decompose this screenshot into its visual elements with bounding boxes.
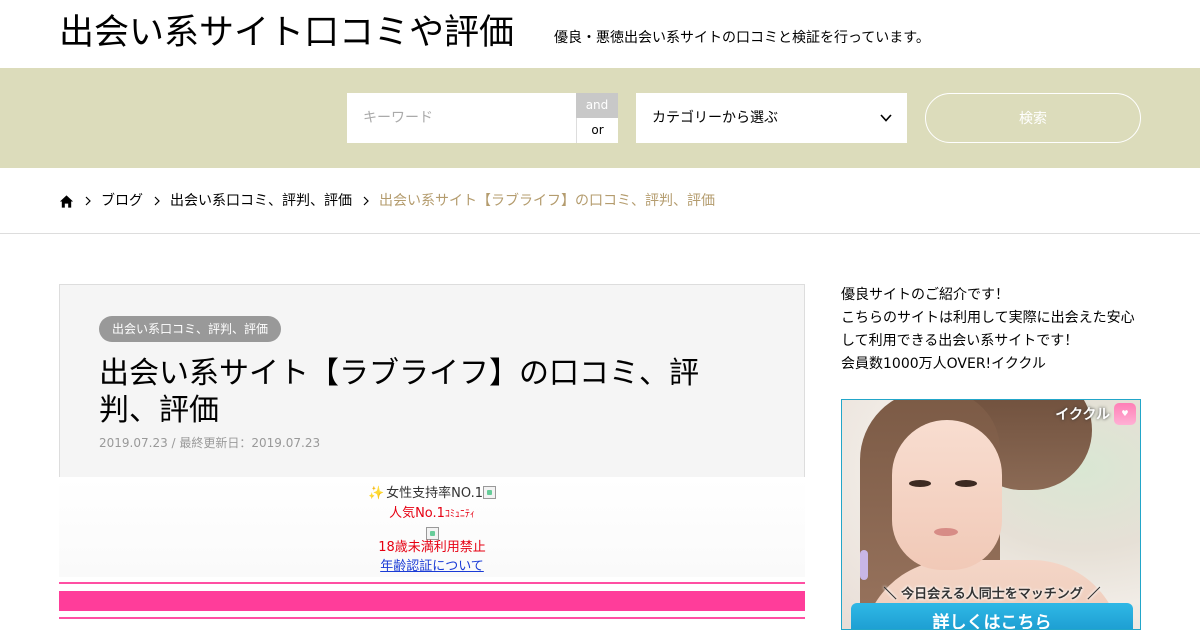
sidebar-intro-line: して利用できる出会い系サイトです！ [841, 333, 1079, 349]
breadcrumb: ブログ 出会い系口コミ、評判、評価 出会い系サイト【ラブライフ】の口コミ、評判、… [0, 168, 1200, 234]
breadcrumb-current: 出会い系サイト【ラブライフ】の口コミ、評判、評価 [379, 193, 715, 209]
banner-brand: イククル [1055, 407, 1110, 423]
site-header: 出会い系サイト口コミや評価 優良・悪徳出会い系サイトの口コミと検証を行っています… [0, 0, 1200, 68]
search-button[interactable]: 検索 [925, 93, 1141, 143]
sidebar-intro-line: 優良サイトのご紹介です！ [841, 287, 1009, 303]
sidebar-intro-line: 会員数1000万人OVER!イククル [841, 356, 1046, 372]
divider-line [59, 617, 805, 619]
ad-popularity-small: ｺﾐｭﾆﾃｨ [444, 509, 475, 520]
divider-line [59, 582, 805, 584]
breadcrumb-category[interactable]: 出会い系口コミ、評判、評価 [170, 191, 352, 211]
sidebar: 優良サイトのご紹介です！ こちらのサイトは利用して実際に出会えた安心 して利用で… [841, 284, 1141, 630]
breadcrumb-blog[interactable]: ブログ [101, 191, 143, 211]
banner-tagline: ＼ 今日会える人同士をマッチング ／ [883, 587, 1101, 602]
and-option[interactable]: and [576, 93, 618, 118]
banner-photo-lips [934, 528, 958, 536]
chevron-right-icon [363, 196, 369, 206]
broken-image-icon [483, 486, 497, 499]
banner-photo-eye [955, 480, 977, 487]
category-badge[interactable]: 出会い系口コミ、評判、評価 [99, 316, 282, 342]
and-or-toggle: and or [576, 93, 618, 143]
home-icon[interactable] [59, 194, 74, 209]
ad-image-placeholder [59, 523, 805, 540]
site-description: 優良・悪徳出会い系サイトの口コミと検証を行っています。 [554, 30, 930, 46]
site-title[interactable]: 出会い系サイト口コミや評価 [59, 10, 514, 56]
banner-cta-button[interactable]: 詳しくはこちら [851, 603, 1133, 629]
age-notice: 18歳未満利用禁止 [378, 540, 486, 555]
ad-block[interactable]: ✨ 女性支持率NO.1 人気No.1ｺﾐｭﾆﾃｨ 18歳未満利用禁止 年齢認証につ… [59, 477, 805, 577]
ad-headline: ✨ 女性支持率NO.1 [59, 485, 805, 503]
banner-photo-face [892, 420, 1002, 570]
category-select[interactable]: カテゴリーから選ぶ [636, 93, 907, 143]
article-body: ✨ 女性支持率NO.1 人気No.1ｺﾐｭﾆﾃｨ 18歳未満利用禁止 年齢認証につ… [59, 477, 805, 630]
pink-banner [59, 591, 805, 611]
chevron-right-icon [154, 196, 160, 206]
chevron-right-icon [85, 196, 91, 206]
or-option[interactable]: or [576, 118, 618, 143]
brand-logo-icon: ♥ [1114, 403, 1136, 425]
article-header: 出会い系口コミ、評判、評価 出会い系サイト【ラブライフ】の口コミ、評判、評価 2… [59, 284, 805, 477]
sparkle-icon: ✨ [367, 486, 385, 501]
search-bar: and or カテゴリーから選ぶ 検索 [0, 68, 1200, 168]
banner-photo-eye [909, 480, 931, 487]
article-date: 2019.07.23 / 最終更新日：2019.07.23 [99, 436, 321, 450]
category-select-label: カテゴリーから選ぶ [652, 110, 778, 126]
chevron-down-icon [880, 114, 892, 122]
article-title: 出会い系サイト【ラブライフ】の口コミ、評判、評価 [99, 356, 699, 428]
age-verification-link[interactable]: 年齢認証について [59, 558, 805, 576]
sidebar-intro: 優良サイトのご紹介です！ こちらのサイトは利用して実際に出会えた安心 して利用で… [841, 284, 1141, 376]
ikukuru-banner[interactable]: イククル ♥ ＼ 今日会える人同士をマッチング ／ 詳しくはこちら [841, 399, 1141, 630]
ad-headline-text: 女性支持率NO.1 [386, 486, 484, 501]
ad-popularity: 人気No.1ｺﾐｭﾆﾃｨ [59, 505, 805, 524]
ad-popularity-main: 人気No.1 [389, 506, 445, 521]
keyword-input[interactable] [347, 93, 576, 143]
banner-photo-earring [860, 550, 868, 580]
sidebar-intro-line: こちらのサイトは利用して実際に出会えた安心 [841, 310, 1135, 326]
article: 出会い系口コミ、評判、評価 出会い系サイト【ラブライフ】の口コミ、評判、評価 2… [59, 284, 805, 630]
